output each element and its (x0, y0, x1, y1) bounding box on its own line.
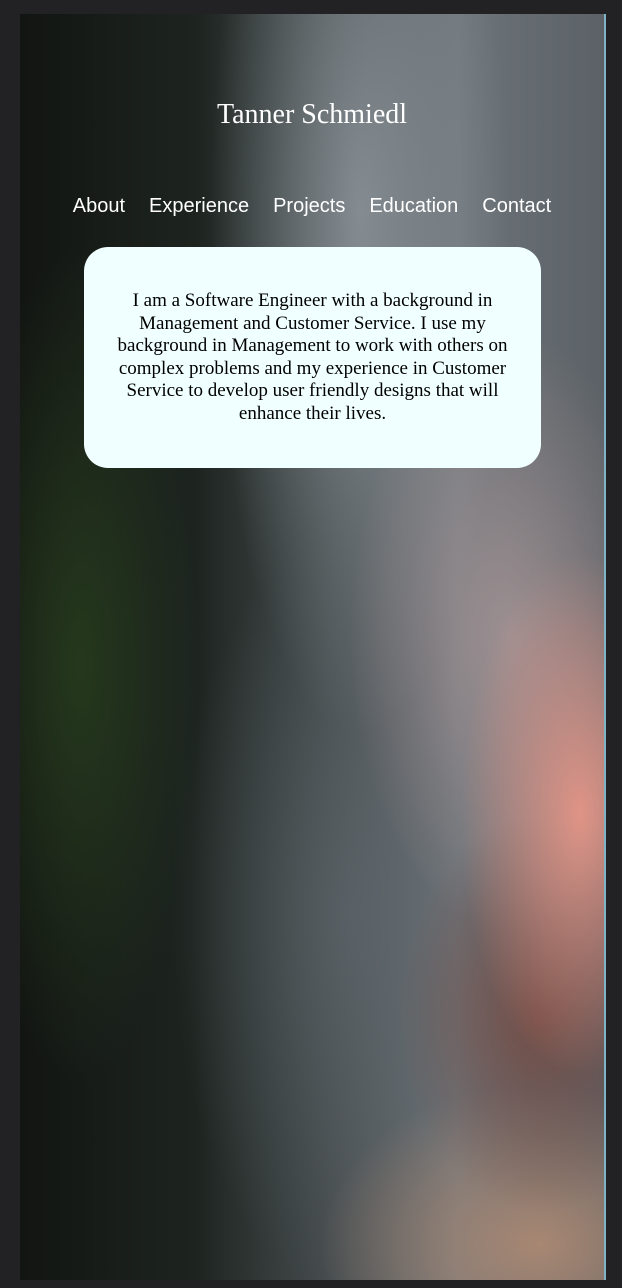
nav-link-projects[interactable]: Projects (273, 195, 345, 217)
nav-item-contact: Contact (482, 194, 551, 218)
site-title: Tanner Schmiedl (216, 99, 408, 130)
nav-link-experience[interactable]: Experience (149, 195, 249, 217)
about-card: I am a Software Engineer with a backgrou… (84, 247, 541, 468)
about-description: I am a Software Engineer with a backgrou… (117, 290, 508, 424)
nav-item-education: Education (369, 194, 458, 218)
nav-item-about: About (73, 194, 125, 218)
nav-link-about[interactable]: About (73, 195, 125, 217)
main-nav: About Experience Projects Education Cont… (20, 194, 604, 218)
browser-viewport: Tanner Schmiedl About Experience Project… (20, 14, 606, 1280)
nav-link-contact[interactable]: Contact (482, 195, 551, 217)
nav-link-education[interactable]: Education (369, 195, 458, 217)
nav-item-projects: Projects (273, 194, 345, 218)
nav-item-experience: Experience (149, 194, 249, 218)
page-content: Tanner Schmiedl About Experience Project… (20, 14, 604, 468)
